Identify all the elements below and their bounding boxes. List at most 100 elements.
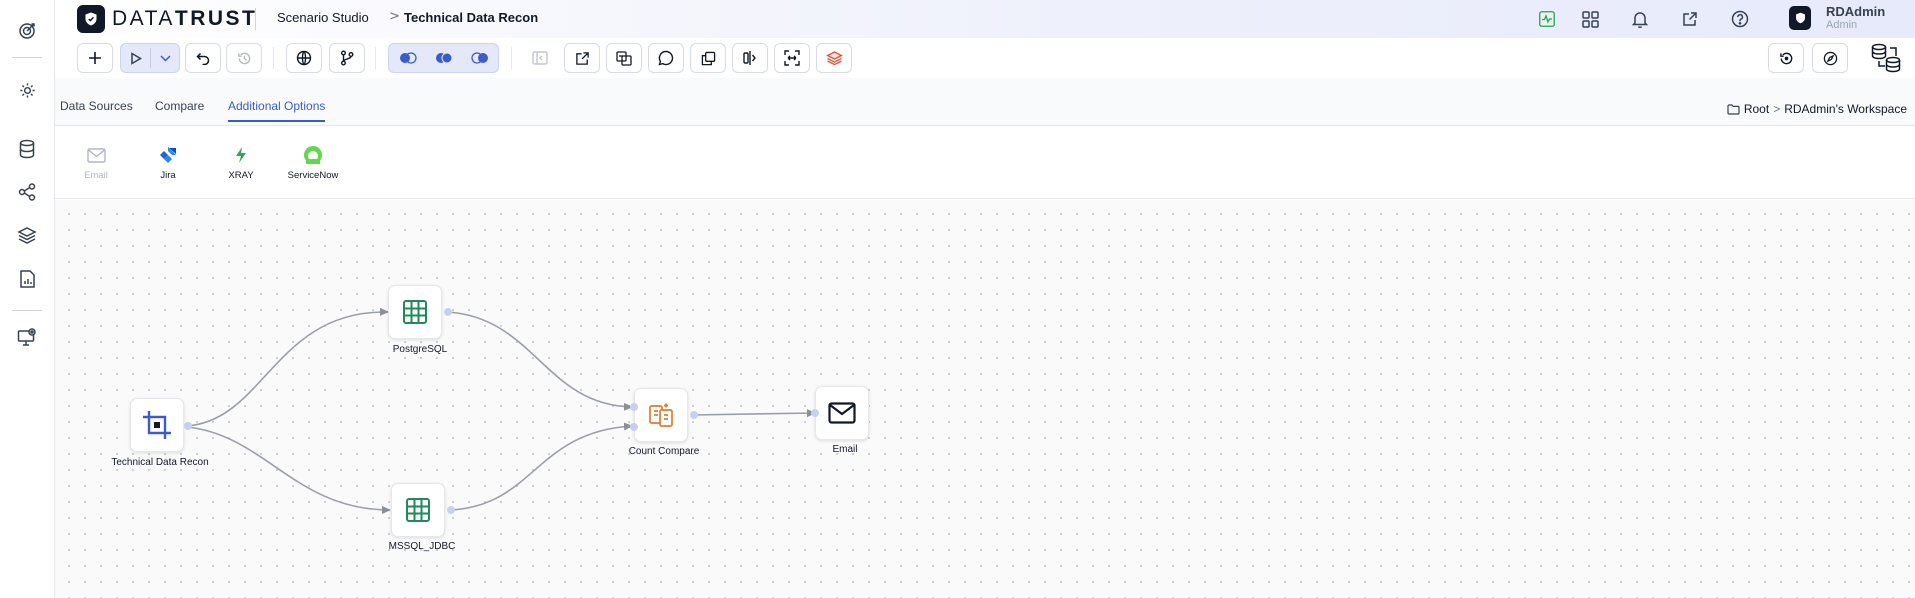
align-button[interactable] <box>732 43 768 73</box>
breadcrumb-separator: > <box>389 9 400 24</box>
brand-wordmark: DATATRUST <box>112 7 257 31</box>
palette-item-jira[interactable]: Jira <box>133 145 203 181</box>
compare-left-icon[interactable] <box>390 52 426 64</box>
node-email[interactable] <box>815 386 869 440</box>
activity-icon[interactable] <box>1536 8 1558 30</box>
avatar[interactable] <box>1789 6 1811 30</box>
play-icon[interactable] <box>121 51 150 65</box>
user-role: Admin <box>1826 19 1858 31</box>
history-button[interactable] <box>226 43 262 73</box>
node-label: MSSQL_JDBC <box>388 541 456 552</box>
user-name[interactable]: RDAdmin <box>1826 4 1885 19</box>
duplicate-button[interactable] <box>690 43 726 73</box>
envelope-icon <box>828 402 856 424</box>
table-icon <box>403 300 427 324</box>
palette-label: Email <box>84 170 108 181</box>
palette-item-email[interactable]: Email <box>61 145 131 181</box>
node-technical-data-recon[interactable] <box>130 398 184 452</box>
compare-right-icon[interactable] <box>462 52 498 64</box>
brand-logo-icon[interactable] <box>77 5 105 33</box>
comment-button[interactable] <box>648 43 684 73</box>
settings-icon[interactable] <box>14 77 40 103</box>
palette-label: ServiceNow <box>287 170 339 181</box>
help-icon[interactable] <box>1729 8 1751 30</box>
brand-bold: TRUST <box>174 7 258 30</box>
top-header: DATATRUST Scenario Studio > Technical Da… <box>55 0 1915 38</box>
count-compare-icon <box>649 403 673 427</box>
node-mssql-jdbc[interactable] <box>391 483 445 537</box>
crop-frame-icon <box>143 411 171 439</box>
header-divider <box>255 8 256 30</box>
folder-icon <box>1727 103 1740 115</box>
flow-canvas[interactable]: Technical Data Recon PostgreSQL MSSQL_JD… <box>55 200 1915 598</box>
table-icon <box>406 498 430 522</box>
port-in[interactable] <box>630 403 638 411</box>
port-in[interactable] <box>811 409 819 417</box>
servicenow-icon <box>278 145 348 165</box>
database-icon[interactable] <box>14 136 40 162</box>
node-label: PostgreSQL <box>392 344 448 355</box>
palette-label: Jira <box>160 170 176 181</box>
port-in[interactable] <box>630 423 638 431</box>
port-out[interactable] <box>444 308 452 316</box>
edge-mssql-compare[interactable] <box>450 422 633 511</box>
edge-compare-email[interactable] <box>691 409 816 418</box>
workspace-breadcrumb: Root > RDAdmin's Workspace <box>1727 102 1907 116</box>
palette-label: XRAY <box>228 170 254 181</box>
run-button-group <box>120 43 180 73</box>
monitor-settings-icon[interactable] <box>14 324 40 350</box>
apps-grid-icon[interactable] <box>1579 8 1601 30</box>
edge-recon-postgresql[interactable] <box>186 307 389 427</box>
branch-button[interactable] <box>329 43 365 73</box>
workspace-separator: > <box>1773 102 1781 116</box>
edge-layer <box>186 307 816 514</box>
compare-full-icon[interactable] <box>426 52 462 64</box>
edge-recon-mssql[interactable] <box>186 426 391 514</box>
bell-icon[interactable] <box>1629 8 1651 30</box>
rail-divider <box>12 310 42 311</box>
workspace-root[interactable]: Root <box>1744 102 1769 116</box>
fit-view-button[interactable] <box>774 43 810 73</box>
toolbar-divider <box>273 47 274 69</box>
port-out[interactable] <box>184 422 192 430</box>
navigate-button[interactable] <box>1812 43 1848 73</box>
export-button[interactable] <box>564 43 600 73</box>
data-sources-icon[interactable] <box>1869 41 1903 75</box>
add-button[interactable] <box>77 43 113 73</box>
external-link-icon[interactable] <box>1679 8 1701 30</box>
layers-button[interactable] <box>816 43 852 73</box>
tab-additional-options[interactable]: Additional Options <box>228 99 326 122</box>
palette-item-xray[interactable]: XRAY <box>206 145 276 181</box>
report-icon[interactable] <box>14 266 40 292</box>
workspace-name[interactable]: RDAdmin's Workspace <box>1784 102 1907 116</box>
jira-icon <box>133 145 203 165</box>
restore-button[interactable] <box>1768 43 1804 73</box>
import-button[interactable] <box>606 43 642 73</box>
node-count-compare[interactable] <box>634 388 688 442</box>
workflow-icon[interactable] <box>14 179 40 205</box>
compare-mode-group <box>388 43 499 73</box>
port-out[interactable] <box>447 506 455 514</box>
target-icon[interactable] <box>14 18 40 44</box>
node-palette: Email Jira XRAY ServiceNow <box>55 127 1915 199</box>
node-label: Email <box>832 444 858 455</box>
collapse-button[interactable] <box>522 43 558 73</box>
tab-compare[interactable]: Compare <box>155 99 204 120</box>
palette-item-servicenow[interactable]: ServiceNow <box>278 145 348 181</box>
rail-divider <box>12 57 42 58</box>
brand-light: DATA <box>112 7 175 30</box>
breadcrumb-scenario-studio[interactable]: Scenario Studio <box>277 10 369 25</box>
undo-button[interactable] <box>185 43 221 73</box>
breadcrumb-current: Technical Data Recon <box>404 10 539 25</box>
layers-icon[interactable] <box>14 222 40 248</box>
toolbar-divider <box>511 47 512 69</box>
port-out[interactable] <box>690 411 698 419</box>
edge-postgresql-compare[interactable] <box>447 311 633 411</box>
node-label: Technical Data Recon <box>111 457 209 468</box>
node-postgresql[interactable] <box>388 285 442 339</box>
chevron-down-icon[interactable] <box>151 54 179 62</box>
toolbar <box>55 38 1915 78</box>
node-label: Count Compare <box>628 446 700 457</box>
tab-data-sources[interactable]: Data Sources <box>60 99 133 120</box>
globe-button[interactable] <box>286 43 322 73</box>
